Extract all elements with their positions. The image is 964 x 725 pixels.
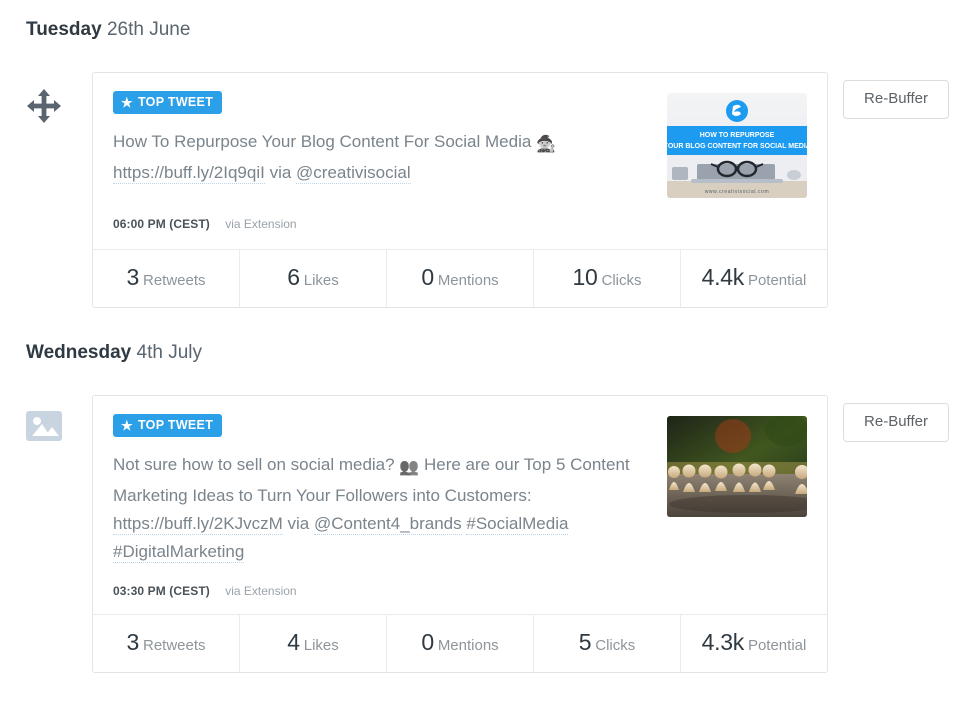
rebuffer-column-2: Re-Buffer [828, 395, 964, 442]
stat-retweets-2: 3Retweets [93, 615, 239, 672]
tweet-link[interactable]: #DigitalMarketing [113, 542, 244, 563]
day-date: 4th July [137, 342, 202, 363]
header-gap-2 [0, 366, 964, 395]
tweet-link[interactable]: https://buff.ly/2KJvczM [113, 514, 283, 535]
tweet-link[interactable]: @creativisocial [296, 163, 411, 184]
stat-value: 4 [287, 629, 300, 655]
post-row-1: ★ TOP TWEET How To Repurpose Your Blog C… [0, 72, 964, 308]
stat-label: Clicks [601, 272, 641, 289]
day-of-week: Wednesday [26, 342, 131, 363]
stat-label: Mentions [438, 272, 499, 289]
post-stats-2: 3Retweets 4Likes 0Mentions 5Clicks 4.3kP… [93, 614, 827, 672]
day-header-2: Wednesday 4th July [0, 340, 964, 366]
person-emoji: 🧙 [536, 136, 556, 153]
stat-label: Potential [748, 637, 806, 654]
stat-retweets-1: 3Retweets [93, 250, 239, 307]
tweet-text-segment: via [283, 514, 314, 533]
post-time: 06:00 PM (CEST) [113, 217, 210, 231]
stat-value: 0 [421, 629, 434, 655]
stat-clicks-1: 10Clicks [533, 250, 680, 307]
post-meta-1: 06:00 PM (CEST) via Extension [113, 217, 653, 247]
thumbnail-column-1: HOW TO REPURPOSE YOUR BLOG CONTENT FOR S… [667, 91, 807, 249]
stat-potential-1: 4.4kPotential [680, 250, 827, 307]
tweet-text-segment: via [265, 163, 296, 182]
post-content-2: ★ TOP TWEET Not sure how to sell on soci… [113, 414, 667, 614]
blog-repurpose-thumbnail[interactable]: HOW TO REPURPOSE YOUR BLOG CONTENT FOR S… [667, 93, 807, 198]
post-card-2: ★ TOP TWEET Not sure how to sell on soci… [92, 395, 828, 673]
stat-value: 4.4k [702, 264, 744, 290]
post-time: 03:30 PM (CEST) [113, 584, 210, 598]
stat-value: 3 [126, 264, 139, 290]
post-row-2: ★ TOP TWEET Not sure how to sell on soci… [0, 395, 964, 673]
stat-value: 4.3k [702, 629, 744, 655]
tweet-link[interactable]: https://buff.ly/2Iq9qiI [113, 163, 265, 184]
star-icon: ★ [121, 419, 133, 432]
stat-mentions-2: 0Mentions [386, 615, 533, 672]
stat-likes-2: 4Likes [239, 615, 386, 672]
post-source: via Extension [225, 217, 296, 231]
top-tweet-badge-1: ★ TOP TWEET [113, 91, 222, 114]
queue-page: Tuesday 26th June ★ TOP TWEET How To Rep… [0, 0, 964, 725]
thumb-headline-1-line1: HOW TO REPURPOSE [700, 132, 775, 139]
post-content-1: ★ TOP TWEET How To Repurpose Your Blog C… [113, 91, 667, 249]
tweet-text-segment: How To Repurpose Your Blog Content For S… [113, 132, 536, 151]
stat-value: 6 [287, 264, 300, 290]
stat-clicks-2: 5Clicks [533, 615, 680, 672]
stat-value: 5 [579, 629, 592, 655]
wooden-figures-thumbnail[interactable] [667, 416, 807, 517]
stat-value: 0 [421, 264, 434, 290]
post-card-body-1: ★ TOP TWEET How To Repurpose Your Blog C… [93, 73, 827, 249]
image-placeholder-icon[interactable] [26, 411, 62, 441]
stat-likes-1: 6Likes [239, 250, 386, 307]
stat-value: 10 [573, 264, 598, 290]
stat-label: Retweets [143, 272, 206, 289]
stat-mentions-1: 0Mentions [386, 250, 533, 307]
top-tweet-badge-2: ★ TOP TWEET [113, 414, 222, 437]
post-card-1: ★ TOP TWEET How To Repurpose Your Blog C… [92, 72, 828, 308]
tweet-text-segment: Not sure how to sell on social media? [113, 455, 399, 474]
group-gap [0, 308, 964, 340]
day-of-week: Tuesday [26, 19, 102, 40]
tweet-link[interactable]: @Content4_brands [314, 514, 462, 535]
move-arrows-icon[interactable] [26, 88, 62, 124]
post-meta-2: 03:30 PM (CEST) via Extension [113, 584, 653, 614]
stat-label: Potential [748, 272, 806, 289]
rebuffer-column-1: Re-Buffer [828, 72, 964, 119]
thumb-headline-1-line2: YOUR BLOG CONTENT FOR SOCIAL MEDIA [667, 143, 807, 150]
stat-label: Clicks [595, 637, 635, 654]
thumbnail-column-2 [667, 414, 807, 614]
busts-in-silhouette-emoji: 👥 [399, 459, 419, 476]
drag-handle-column-2 [26, 395, 92, 441]
stat-label: Retweets [143, 637, 206, 654]
drag-handle-column-1 [26, 72, 92, 124]
top-spacer [0, 0, 964, 17]
tweet-link[interactable]: #SocialMedia [466, 514, 568, 535]
stat-label: Likes [304, 272, 339, 289]
header-gap-1 [0, 43, 964, 72]
post-card-body-2: ★ TOP TWEET Not sure how to sell on soci… [93, 396, 827, 614]
day-header-1: Tuesday 26th June [0, 17, 964, 43]
stat-label: Mentions [438, 637, 499, 654]
thumb-footer-url-1: www.creativisocial.com [705, 189, 770, 195]
post-source: via Extension [225, 584, 296, 598]
rebuffer-button-2[interactable]: Re-Buffer [843, 403, 949, 442]
tweet-text-2: Not sure how to sell on social media? 👥 … [113, 451, 653, 566]
top-tweet-badge-label: TOP TWEET [138, 96, 213, 109]
stat-value: 3 [126, 629, 139, 655]
stat-potential-2: 4.3kPotential [680, 615, 827, 672]
tweet-text-1: How To Repurpose Your Blog Content For S… [113, 128, 653, 187]
day-date: 26th June [107, 19, 190, 40]
star-icon: ★ [121, 96, 133, 109]
rebuffer-button-1[interactable]: Re-Buffer [843, 80, 949, 119]
top-tweet-badge-label: TOP TWEET [138, 419, 213, 432]
stat-label: Likes [304, 637, 339, 654]
post-stats-1: 3Retweets 6Likes 0Mentions 10Clicks 4.4k… [93, 249, 827, 307]
